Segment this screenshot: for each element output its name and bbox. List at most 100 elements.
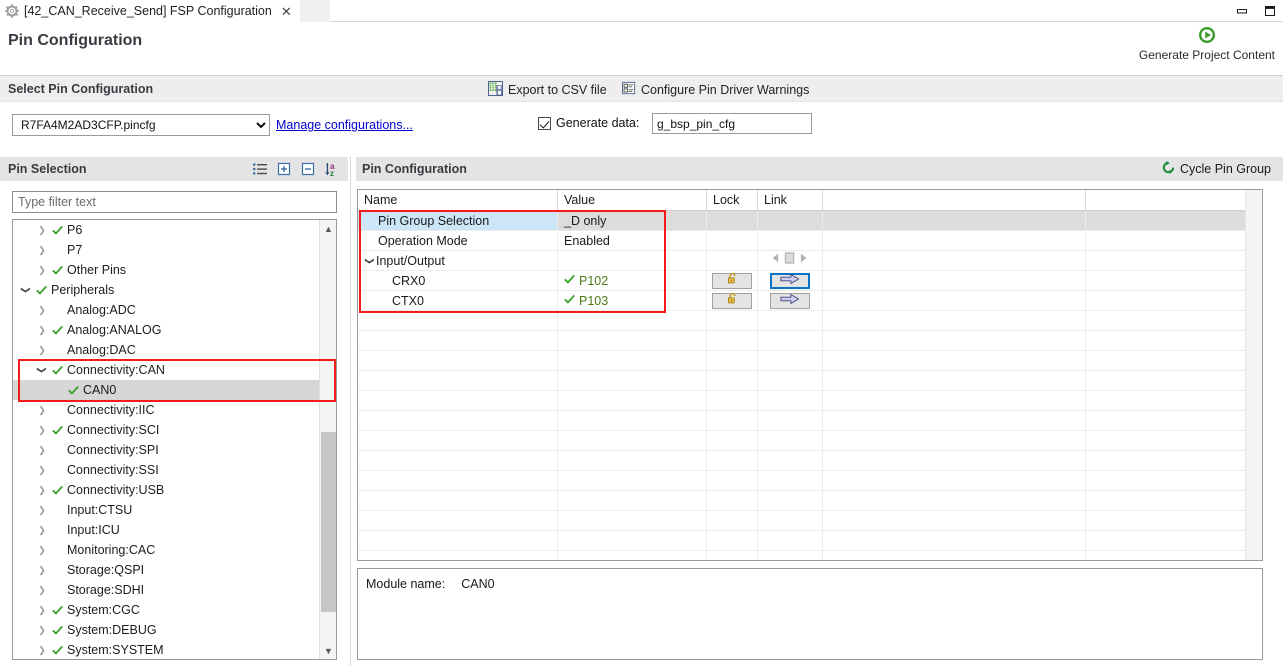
generate-data-input[interactable] bbox=[652, 113, 812, 134]
cell-name[interactable]: CTX0 bbox=[358, 291, 558, 310]
chevron-right-icon[interactable]: ❯ bbox=[35, 560, 49, 580]
chevron-right-icon[interactable]: ❯ bbox=[35, 300, 49, 320]
pin-configuration-select[interactable]: R7FA4M2AD3CFP.pincfg bbox=[12, 114, 270, 136]
chevron-right-icon[interactable]: ❯ bbox=[35, 340, 49, 360]
tree-item-connectivity-usb[interactable]: ❯ Connectivity:USB bbox=[13, 480, 319, 500]
manage-configurations-link[interactable]: Manage configurations... bbox=[276, 118, 413, 132]
pin-configuration-table[interactable]: Name Value Lock Link Pin Group Selection _D … bbox=[357, 189, 1263, 561]
cell-name[interactable]: Pin Group Selection bbox=[358, 211, 558, 230]
pin-group-nav[interactable] bbox=[770, 251, 810, 270]
tree-item-analog-adc[interactable]: ❯ Analog:ADC bbox=[13, 300, 319, 320]
tree-item-input-ctsu[interactable]: ❯ Input:CTSU bbox=[13, 500, 319, 520]
tree-item-can0[interactable]: CAN0 bbox=[13, 380, 319, 400]
expand-all-icon[interactable] bbox=[276, 161, 292, 177]
column-header-value[interactable]: Value bbox=[558, 190, 707, 210]
cell-lock[interactable] bbox=[707, 271, 758, 290]
minimize-icon[interactable] bbox=[1235, 4, 1249, 18]
chevron-right-icon[interactable]: ❯ bbox=[35, 500, 49, 520]
tree-item-storage-qspi[interactable]: ❯ Storage:QSPI bbox=[13, 560, 319, 580]
table-row[interactable]: CTX0 P103 bbox=[358, 291, 1262, 311]
lock-toggle-button[interactable] bbox=[712, 292, 752, 309]
collapse-all-icon[interactable] bbox=[300, 161, 316, 177]
generate-data-checkbox[interactable] bbox=[538, 116, 551, 130]
table-scrollbar[interactable] bbox=[1245, 190, 1262, 560]
tree-item-p6[interactable]: ❯ P6 bbox=[13, 220, 319, 240]
cell-name[interactable]: CRX0 bbox=[358, 271, 558, 290]
chevron-down-icon[interactable]: ❯ bbox=[16, 283, 36, 297]
pin-selection-tree[interactable]: ❯ P6 ❯ P7 ❯ Other Pins ❯ Peripherals ❯ Analog:ADC… bbox=[12, 219, 337, 660]
tree-item-analog-analog[interactable]: ❯ Analog:ANALOG bbox=[13, 320, 319, 340]
tree-item-connectivity-can[interactable]: ❯ Connectivity:CAN bbox=[13, 360, 319, 380]
tree-item-other-pins[interactable]: ❯ Other Pins bbox=[13, 260, 319, 280]
chevron-right-icon[interactable]: ❯ bbox=[35, 440, 49, 460]
tree-scrollbar[interactable]: ▲ ▼ bbox=[319, 220, 336, 659]
chevron-down-icon[interactable]: ❯ bbox=[360, 255, 380, 267]
close-icon[interactable]: ✕ bbox=[281, 5, 292, 18]
tree-item-system-cgc[interactable]: ❯ System:CGC bbox=[13, 600, 319, 620]
editor-tab[interactable]: [42_CAN_Receive_Send] FSP Configuration … bbox=[0, 0, 300, 22]
tree-item-connectivity-sci[interactable]: ❯ Connectivity:SCI bbox=[13, 420, 319, 440]
show-list-icon[interactable] bbox=[252, 161, 268, 177]
chevron-right-icon[interactable]: ❯ bbox=[35, 240, 49, 260]
scroll-down-icon[interactable]: ▼ bbox=[320, 642, 336, 659]
chevron-right-icon[interactable]: ❯ bbox=[35, 640, 49, 659]
column-header-link[interactable]: Link bbox=[758, 190, 823, 210]
tree-item-connectivity-iic[interactable]: ❯ Connectivity:IIC bbox=[13, 400, 319, 420]
tree-item-input-icu[interactable]: ❯ Input:ICU bbox=[13, 520, 319, 540]
table-row[interactable]: CRX0 P102 bbox=[358, 271, 1262, 291]
chevron-right-icon[interactable]: ❯ bbox=[35, 520, 49, 540]
scroll-up-icon[interactable]: ▲ bbox=[320, 220, 336, 237]
tree-item-system-system[interactable]: ❯ System:SYSTEM bbox=[13, 640, 319, 659]
cell-value[interactable]: P102 bbox=[558, 271, 707, 290]
tree-item-peripherals[interactable]: ❯ Peripherals bbox=[13, 280, 319, 300]
chevron-down-icon[interactable]: ❯ bbox=[32, 363, 52, 377]
scrollbar-thumb[interactable] bbox=[321, 432, 336, 612]
chevron-right-icon[interactable]: ❯ bbox=[35, 580, 49, 600]
chevron-right-icon[interactable]: ❯ bbox=[35, 620, 49, 640]
generate-project-content-label: Generate Project Content bbox=[1138, 48, 1275, 62]
cell-value[interactable]: _D only bbox=[558, 211, 707, 230]
chevron-right-icon[interactable]: ❯ bbox=[35, 220, 49, 240]
tree-item-system-debug[interactable]: ❯ System:DEBUG bbox=[13, 620, 319, 640]
tree-item-storage-sdhi[interactable]: ❯ Storage:SDHI bbox=[13, 580, 319, 600]
column-header-lock[interactable]: Lock bbox=[707, 190, 758, 210]
table-row[interactable]: Pin Group Selection _D only bbox=[358, 211, 1262, 231]
export-to-csv-button[interactable]: Export to CSV file bbox=[488, 80, 607, 99]
tree-item-analog-dac[interactable]: ❯ Analog:DAC bbox=[13, 340, 319, 360]
sort-alpha-icon[interactable]: a z bbox=[324, 161, 340, 178]
chevron-right-icon[interactable]: ❯ bbox=[35, 320, 49, 340]
cell-name[interactable]: ❯ Input/Output bbox=[358, 251, 558, 270]
lock-toggle-button[interactable] bbox=[712, 272, 752, 289]
tree-item-p7[interactable]: ❯ P7 bbox=[13, 240, 319, 260]
chevron-right-icon[interactable]: ❯ bbox=[35, 400, 49, 420]
chevron-right-icon[interactable]: ❯ bbox=[35, 480, 49, 500]
table-row[interactable]: Operation Mode Enabled bbox=[358, 231, 1262, 251]
generate-project-content-button[interactable]: Generate Project Content bbox=[1139, 26, 1275, 62]
cell-value[interactable] bbox=[558, 251, 707, 270]
cell-link[interactable] bbox=[758, 271, 823, 290]
chevron-right-icon[interactable]: ❯ bbox=[35, 540, 49, 560]
chevron-right-icon[interactable]: ❯ bbox=[35, 420, 49, 440]
maximize-icon[interactable] bbox=[1263, 4, 1277, 18]
cell-link[interactable] bbox=[758, 291, 823, 310]
column-header-blank-4[interactable] bbox=[823, 190, 1086, 210]
tree-item-monitoring-cac[interactable]: ❯ Monitoring:CAC bbox=[13, 540, 319, 560]
column-header-name[interactable]: Name bbox=[358, 190, 558, 210]
cell-link[interactable] bbox=[758, 251, 823, 270]
link-button[interactable] bbox=[770, 292, 810, 309]
chevron-right-icon[interactable]: ❯ bbox=[35, 460, 49, 480]
configure-pin-driver-warnings-button[interactable]: Configure Pin Driver Warnings bbox=[622, 80, 809, 99]
cycle-pin-group-button[interactable]: Cycle Pin Group bbox=[1161, 160, 1271, 178]
cell-lock[interactable] bbox=[707, 291, 758, 310]
tree-item-connectivity-spi[interactable]: ❯ Connectivity:SPI bbox=[13, 440, 319, 460]
filter-input[interactable] bbox=[12, 191, 337, 213]
table-row[interactable]: ❯ Input/Output bbox=[358, 251, 1262, 271]
link-button[interactable] bbox=[770, 272, 810, 289]
chevron-right-icon[interactable]: ❯ bbox=[35, 600, 49, 620]
chevron-right-icon[interactable]: ❯ bbox=[35, 260, 49, 280]
cell-value[interactable]: Enabled bbox=[558, 231, 707, 250]
tree-item-connectivity-ssi[interactable]: ❯ Connectivity:SSI bbox=[13, 460, 319, 480]
column-header-blank-5[interactable] bbox=[1086, 190, 1247, 210]
cell-name[interactable]: Operation Mode bbox=[358, 231, 558, 250]
cell-value[interactable]: P103 bbox=[558, 291, 707, 310]
